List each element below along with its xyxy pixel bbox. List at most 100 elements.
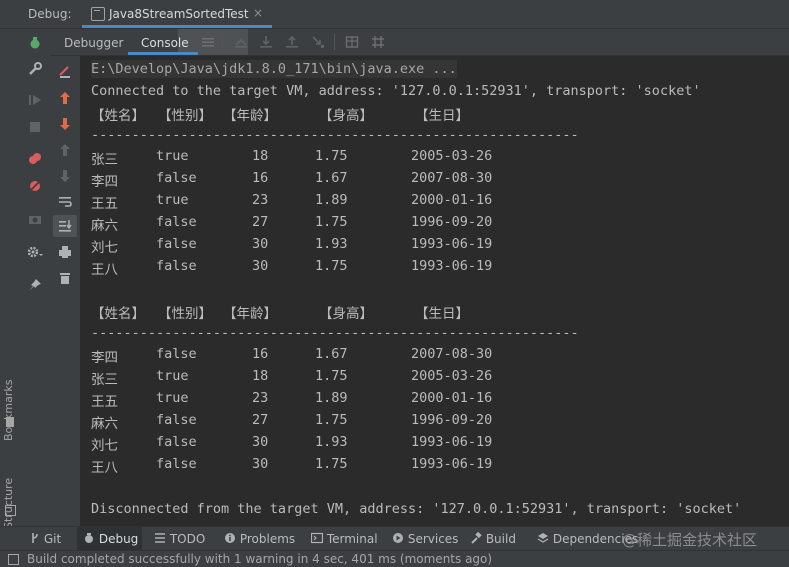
status-message: Build completed successfully with 1 warn…: [27, 552, 493, 566]
run-to-cursor-icon[interactable]: [310, 34, 326, 50]
cell-height: 1.93: [315, 236, 348, 252]
cell-name: 麻六: [91, 416, 118, 432]
cell-height: 1.89: [315, 192, 348, 208]
cell-name: 张三: [91, 372, 118, 388]
header-height: 【身高】: [319, 108, 373, 124]
cell-birthday: 2007-08-30: [411, 170, 493, 186]
menu-lines-icon[interactable]: [200, 34, 216, 50]
cell-gender: false: [156, 214, 197, 230]
cell-name: 刘七: [91, 438, 118, 454]
console-disconnected-line: Disconnected from the target VM, address…: [91, 501, 742, 517]
cell-name: 王八: [91, 262, 118, 278]
camera-icon[interactable]: [27, 211, 43, 227]
build-hammer-icon: [471, 531, 482, 544]
debug-subtabs: Debugger Console: [50, 29, 789, 56]
cell-name: 王八: [91, 460, 118, 476]
debugger-actions-toolbar: [20, 29, 51, 526]
dependencies-layers-icon: [537, 533, 549, 543]
resume-icon[interactable]: [27, 92, 43, 108]
show-execution-point-icon[interactable]: [233, 34, 249, 50]
tab-debugger[interactable]: Debugger: [64, 36, 123, 50]
cell-name: 王五: [91, 196, 118, 212]
bottom-tool-stripe: Git Debug TODO Problems Terminal Service…: [0, 526, 789, 551]
console-output[interactable]: E:\Develop\Java\jdk1.8.0_171\bin\java.ex…: [80, 56, 789, 526]
cell-height: 1.67: [315, 346, 348, 362]
bookmarks-label: Bookmarks: [2, 379, 15, 441]
close-icon[interactable]: ×: [253, 6, 263, 20]
debug-bug-icon: [85, 533, 93, 543]
trash-icon[interactable]: [57, 270, 73, 286]
header-birthday: 【生日】: [415, 108, 469, 124]
debug-tool-header: Debug: Java8StreamSortedTest ×: [0, 0, 789, 29]
cell-height: 1.93: [315, 434, 348, 450]
cell-birthday: 1993-06-19: [411, 456, 493, 472]
run-config-tab[interactable]: Java8StreamSortedTest ×: [82, 0, 272, 28]
cell-age: 27: [252, 412, 269, 428]
cell-name: 李四: [91, 174, 118, 190]
arrow-down-icon[interactable]: [57, 116, 73, 132]
arrow-down-disabled-icon[interactable]: [57, 168, 73, 184]
tool-problems[interactable]: Problems: [224, 532, 295, 546]
view-breakpoints-icon[interactable]: [27, 151, 43, 167]
pin-icon[interactable]: [27, 277, 43, 293]
cell-height: 1.67: [315, 170, 348, 186]
cell-birthday: 2000-01-16: [411, 192, 493, 208]
tool-build[interactable]: Build: [470, 531, 516, 546]
cell-age: 30: [252, 456, 269, 472]
tool-services[interactable]: Services: [392, 532, 458, 546]
mute-breakpoints-icon[interactable]: [27, 178, 43, 194]
step-over-icon[interactable]: [258, 34, 274, 50]
tool-git-label: Git: [43, 532, 62, 546]
cell-birthday: 1996-09-20: [411, 214, 493, 230]
status-bar: Build completed successfully with 1 warn…: [0, 550, 789, 567]
tool-debug[interactable]: Debug: [83, 532, 138, 546]
header-height: 【身高】: [319, 306, 373, 322]
header-gender: 【性别】: [158, 108, 212, 124]
evaluate-table-icon[interactable]: [344, 34, 360, 50]
cell-age: 30: [252, 258, 269, 274]
wrench-icon[interactable]: [27, 61, 43, 77]
toolbar-divider: [222, 34, 223, 50]
tool-todo[interactable]: TODO: [154, 532, 205, 546]
arrow-up-icon[interactable]: [57, 90, 73, 106]
tool-git[interactable]: Git: [30, 532, 61, 546]
structure-label: Structure: [2, 477, 15, 529]
header-birthday: 【生日】: [415, 306, 469, 322]
cell-birthday: 1993-06-19: [411, 236, 493, 252]
cell-birthday: 2000-01-16: [411, 390, 493, 406]
scroll-to-end-icon[interactable]: [57, 218, 73, 234]
cell-birthday: 1993-06-19: [411, 258, 493, 274]
trace-grid-icon[interactable]: [370, 34, 386, 50]
cell-gender: true: [156, 148, 189, 164]
cell-height: 1.75: [315, 412, 348, 428]
cell-gender: true: [156, 368, 189, 384]
arrow-up-disabled-icon[interactable]: [57, 142, 73, 158]
header-age: 【年龄】: [223, 306, 277, 322]
console-connected-line: Connected to the target VM, address: '12…: [91, 83, 701, 99]
tool-terminal-label: Terminal: [326, 532, 378, 546]
cell-gender: false: [156, 412, 197, 428]
run-config-icon: [91, 7, 105, 21]
cell-gender: false: [156, 170, 197, 186]
cell-name: 李四: [91, 350, 118, 366]
step-into-icon[interactable]: [284, 34, 300, 50]
cell-gender: true: [156, 192, 189, 208]
cell-age: 30: [252, 434, 269, 450]
settings-gear-icon[interactable]: [27, 244, 43, 260]
tool-terminal[interactable]: Terminal: [310, 532, 378, 546]
clear-brush-icon[interactable]: [57, 64, 73, 80]
cell-gender: false: [156, 434, 197, 450]
soft-wrap-icon[interactable]: [57, 194, 73, 210]
terminal-icon: [310, 532, 324, 544]
status-window-icon[interactable]: [8, 554, 19, 565]
tool-services-label: Services: [407, 532, 459, 546]
tool-debug-label: Debug: [98, 532, 139, 546]
cell-name: 麻六: [91, 218, 118, 234]
services-icon: [393, 533, 403, 543]
pause-icon[interactable]: [27, 119, 43, 135]
print-icon[interactable]: [57, 244, 73, 260]
cell-birthday: 1993-06-19: [411, 434, 493, 450]
cell-height: 1.89: [315, 390, 348, 406]
tab-console[interactable]: Console: [141, 36, 189, 50]
console-tab-indicator: [128, 52, 198, 55]
